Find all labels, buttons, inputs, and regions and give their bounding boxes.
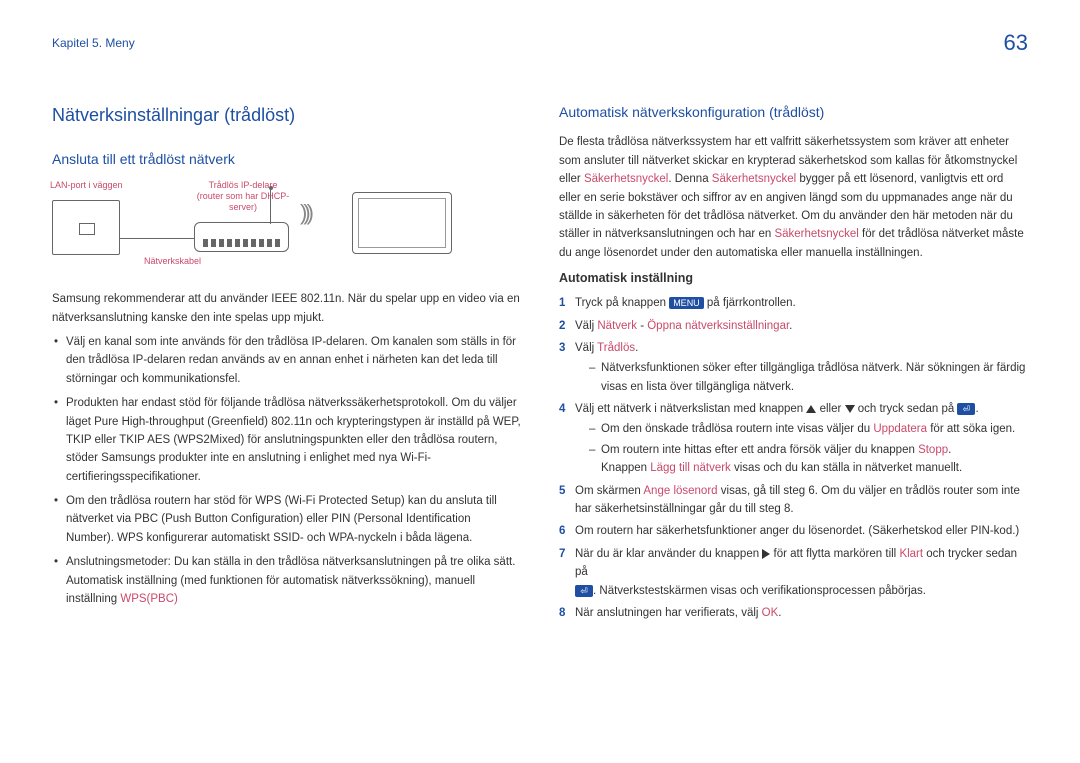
keyword-security-key-3: Säkerhetsnyckel — [774, 228, 858, 240]
subsection-heading-auto-config: Automatisk nätverkskonfiguration (trådlö… — [559, 101, 1028, 123]
breadcrumb: Kapitel 5. Meny — [52, 36, 135, 50]
step-1: Tryck på knappen MENU på fjärrkontrollen… — [559, 294, 1028, 312]
step-3: Välj Trådlös. Nätverksfunktionen söker e… — [559, 339, 1028, 396]
keyword-stop: Stopp — [918, 444, 948, 456]
bullet-connection-methods: Anslutningsmetoder: Du kan ställa in den… — [52, 553, 521, 608]
network-diagram: LAN-port i väggen Nätverkskabel Trådlös … — [52, 180, 521, 280]
keyword-add-network: Lägg till nätverk — [650, 462, 731, 474]
enter-button-icon-2: ⏎ — [575, 585, 593, 597]
display-icon — [352, 192, 452, 254]
step-4: Välj ett nätverk i nätverkslistan med kn… — [559, 400, 1028, 478]
section-heading-wireless-settings: Nätverksinställningar (trådlöst) — [52, 101, 521, 130]
step-5: Om skärmen Ange lösenord visas, gå till … — [559, 482, 1028, 519]
keyword-ok: OK — [762, 607, 779, 619]
wall-port-icon — [52, 200, 120, 255]
network-cable-line — [120, 238, 194, 239]
antenna-icon — [270, 190, 271, 224]
keyword-security-key-2: Säkerhetsnyckel — [712, 173, 796, 185]
menu-button-chip: MENU — [669, 297, 704, 310]
keyword-network: Nätverk — [597, 320, 637, 332]
diagram-label-cable: Nätverkskabel — [144, 256, 201, 267]
keyword-done: Klart — [899, 548, 923, 560]
up-arrow-icon — [806, 405, 816, 413]
page-number: 63 — [1004, 30, 1028, 56]
step-7: När du är klar använder du knappen för a… — [559, 545, 1028, 600]
wireless-waves-icon: ))) — [300, 195, 310, 230]
right-column: Automatisk nätverkskonfiguration (trådlö… — [559, 101, 1028, 626]
keyword-wireless: Trådlös — [597, 342, 635, 354]
keyword-wpspbc: WPS(PBC) — [120, 593, 178, 605]
paragraph-security-intro: De flesta trådlösa nätverkssystem har et… — [559, 133, 1028, 262]
step-6: Om routern har säkerhetsfunktioner anger… — [559, 522, 1028, 540]
left-column: Nätverksinställningar (trådlöst) Ansluta… — [52, 101, 521, 626]
step-4-note-1: Om den önskade trådlösa routern inte vis… — [589, 420, 1028, 438]
bullet-channel: Välj en kanal som inte används för den t… — [52, 333, 521, 388]
step-8: När anslutningen har verifierats, välj O… — [559, 604, 1028, 622]
step-4-note-2: Om routern inte hittas efter ett andra f… — [589, 441, 1028, 478]
keyword-security-key-1: Säkerhetsnyckel — [584, 173, 668, 185]
router-icon — [194, 222, 289, 252]
subheading-auto-setting: Automatisk inställning — [559, 268, 1028, 288]
diagram-label-lan-port: LAN-port i väggen — [50, 180, 123, 191]
bullet-security-protocols: Produkten har endast stöd för följande t… — [52, 394, 521, 486]
keyword-update: Uppdatera — [873, 423, 927, 435]
keyword-open-network-settings: Öppna nätverksinställningar — [647, 320, 789, 332]
diagram-label-router: Trådlös IP-delare (router som har DHCP- … — [188, 180, 298, 212]
down-arrow-icon — [845, 405, 855, 413]
paragraph-recommendation: Samsung rekommenderar att du använder IE… — [52, 290, 521, 327]
keyword-enter-password: Ange lösenord — [643, 485, 717, 497]
bullet-wps: Om den trådlösa routern har stöd för WPS… — [52, 492, 521, 547]
enter-button-icon: ⏎ — [957, 403, 975, 415]
step-2: Välj Nätverk - Öppna nätverksinställning… — [559, 317, 1028, 335]
step-3-note: Nätverksfunktionen söker efter tillgängl… — [589, 359, 1028, 396]
subsection-heading-connect: Ansluta till ett trådlöst nätverk — [52, 148, 521, 170]
